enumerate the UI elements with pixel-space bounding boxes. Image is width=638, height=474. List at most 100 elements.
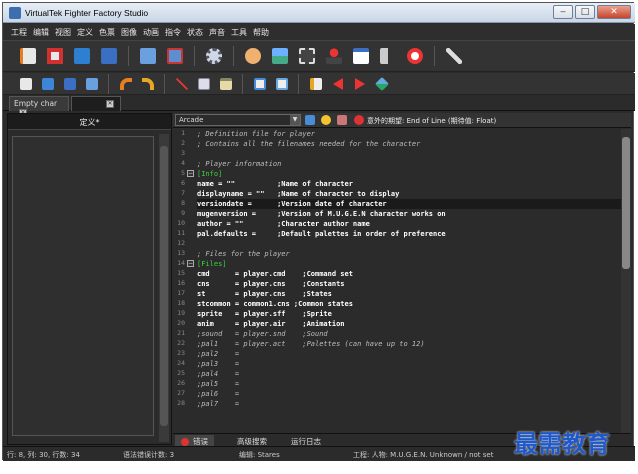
- editor-scrollbar[interactable]: [621, 129, 631, 435]
- code-text[interactable]: ; Definition file for player ; Contains …: [197, 129, 627, 435]
- code-line: ;pal6 =: [197, 390, 240, 398]
- characters-icon: [245, 48, 261, 64]
- save-all-doc-icon: [85, 77, 98, 90]
- code-line: cns = player.cns ;Constants: [197, 280, 345, 288]
- line-number: 23: [177, 349, 185, 357]
- menu-project[interactable]: 工程: [11, 27, 27, 38]
- menu-image[interactable]: 图像: [121, 27, 137, 38]
- help-lifebuoy-icon: [407, 48, 423, 64]
- line-number: 18: [177, 299, 185, 307]
- line-number: 9: [181, 209, 185, 217]
- code-line: ;pal2 =: [197, 350, 240, 358]
- menu-tools[interactable]: 工具: [231, 27, 247, 38]
- app-logo-icon: [9, 7, 21, 19]
- goto-button[interactable]: [307, 75, 324, 92]
- line-number: 11: [177, 229, 185, 237]
- tools-button[interactable]: [443, 45, 465, 67]
- menu-animation[interactable]: 动画: [143, 27, 159, 38]
- copy-button[interactable]: [195, 75, 212, 92]
- line-number: 6: [181, 179, 185, 187]
- code-line: cmd = player.cmd ;Command set: [197, 270, 353, 278]
- new-file-icon: [20, 48, 36, 64]
- bookmark-icon[interactable]: [337, 115, 347, 125]
- line-number: 19: [177, 309, 185, 317]
- check-button[interactable]: [373, 75, 390, 92]
- maximize-button[interactable]: □: [575, 5, 595, 19]
- definition-list[interactable]: [12, 136, 154, 436]
- code-line: stcommon = common1.cns ;Common states: [197, 300, 353, 308]
- menu-state[interactable]: 状态: [187, 27, 203, 38]
- characters-button[interactable]: [242, 45, 264, 67]
- line-number: 20: [177, 319, 185, 327]
- prev-error-button[interactable]: [329, 75, 346, 92]
- settings-button[interactable]: [203, 45, 225, 67]
- tab-errors-label: 错误: [193, 437, 208, 446]
- close-file-icon: [47, 48, 63, 64]
- panel-scrollbar[interactable]: [159, 134, 169, 442]
- open-folder-button[interactable]: [71, 45, 93, 67]
- save-all-button[interactable]: [164, 45, 186, 67]
- tab-untitled[interactable]: ✕: [71, 96, 121, 111]
- line-number: 8: [181, 199, 185, 207]
- line-number: 17: [177, 289, 185, 297]
- code-line: sprite = player.sff ;Sprite: [197, 310, 332, 318]
- undo-button[interactable]: [117, 75, 134, 92]
- menu-palette[interactable]: 色票: [99, 27, 115, 38]
- title-bar[interactable]: VirtualTek Fighter Factory Studio ‒ □ ✕: [3, 3, 635, 23]
- help-button[interactable]: [404, 45, 426, 67]
- mode-select[interactable]: Arcade ▼: [175, 114, 301, 126]
- close-button[interactable]: ✕: [597, 5, 631, 19]
- next-error-button[interactable]: [351, 75, 368, 92]
- mode-select-value: Arcade: [179, 116, 204, 124]
- scroll-thumb[interactable]: [622, 137, 630, 269]
- line-number: 25: [177, 369, 185, 377]
- code-line: mugenversion = ;Version of M.U.G.E.N cha…: [197, 210, 446, 218]
- menu-view[interactable]: 视图: [55, 27, 71, 38]
- scroll-thumb[interactable]: [160, 146, 168, 426]
- line-number: 27: [177, 389, 185, 397]
- line-number: 28: [177, 399, 185, 407]
- line-number: 15: [177, 269, 185, 277]
- find-button[interactable]: [251, 75, 268, 92]
- save-all-doc-button[interactable]: [83, 75, 100, 92]
- fold-toggle-icon[interactable]: −: [187, 260, 194, 267]
- animation-button[interactable]: [296, 45, 318, 67]
- menu-help[interactable]: 帮助: [253, 27, 269, 38]
- code-line: ;pal4 =: [197, 370, 240, 378]
- save-as-button[interactable]: [137, 45, 159, 67]
- menu-edit[interactable]: 编辑: [33, 27, 49, 38]
- tab-advanced-search-label: 高级搜索: [237, 437, 267, 446]
- chevron-down-icon[interactable]: ▼: [290, 115, 300, 125]
- edit-mode: 编辑: Stares: [239, 451, 280, 459]
- menu-definition[interactable]: 定义: [77, 27, 93, 38]
- new-doc-button[interactable]: [17, 75, 34, 92]
- save-doc-button[interactable]: [61, 75, 78, 92]
- state-button[interactable]: [350, 45, 372, 67]
- minimize-button[interactable]: ‒: [553, 5, 573, 19]
- new-file-button[interactable]: [17, 45, 39, 67]
- open-doc-button[interactable]: [39, 75, 56, 92]
- paste-button[interactable]: [217, 75, 234, 92]
- tab-close-icon[interactable]: ✕: [106, 100, 114, 108]
- highlight-icon[interactable]: [321, 115, 331, 125]
- menu-sound[interactable]: 声音: [209, 27, 225, 38]
- redo-button[interactable]: [139, 75, 156, 92]
- navigate-icon[interactable]: [305, 115, 315, 125]
- close-file-button[interactable]: [44, 45, 66, 67]
- menu-command[interactable]: 指令: [165, 27, 181, 38]
- cut-button[interactable]: [173, 75, 190, 92]
- main-toolbar: [3, 40, 635, 72]
- line-number: 5: [181, 169, 185, 177]
- image-button[interactable]: [269, 45, 291, 67]
- code-line: ; Player information: [197, 160, 282, 168]
- syntax-error-count: 语法错误计数: 3: [123, 451, 175, 459]
- replace-button[interactable]: [273, 75, 290, 92]
- tab-empty-char[interactable]: Empty char✕: [9, 96, 69, 117]
- save-button[interactable]: [98, 45, 120, 67]
- fold-toggle-icon[interactable]: −: [187, 170, 194, 177]
- sound-speaker-icon: [380, 48, 396, 64]
- command-button[interactable]: [323, 45, 345, 67]
- next-error-icon: [354, 77, 365, 90]
- sound-button[interactable]: [377, 45, 399, 67]
